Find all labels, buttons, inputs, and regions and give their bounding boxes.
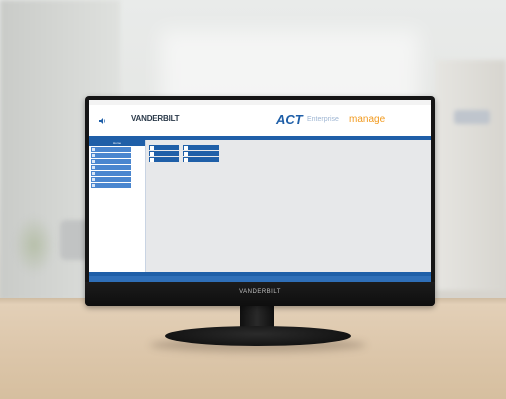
monitor-base	[165, 326, 351, 346]
shortcut-tile[interactable]	[149, 151, 179, 156]
shortcut-tile[interactable]	[149, 145, 179, 150]
act-enterprise-text: Enterprise	[307, 116, 339, 123]
shortcut-tile[interactable]	[183, 157, 219, 162]
main-content	[146, 140, 431, 272]
sidebar-item[interactable]	[91, 171, 131, 176]
monitor-brand-label: VANDERBILT	[239, 289, 281, 295]
sidebar-item[interactable]	[91, 159, 131, 164]
shortcut-tile[interactable]	[149, 157, 179, 162]
blurred-shelf	[436, 60, 506, 290]
sidebar-item[interactable]	[91, 153, 131, 158]
shortcut-tile[interactable]	[183, 145, 219, 150]
sidebar: Home	[89, 140, 146, 272]
sidebar-title: Home	[89, 140, 145, 146]
sidebar-menu	[91, 147, 131, 189]
act-logo: ACT	[276, 112, 303, 127]
speaker-icon[interactable]	[99, 118, 107, 124]
monitor: VANDERBILT ACT Enterprise manage Home VA…	[85, 96, 435, 306]
sidebar-item[interactable]	[91, 183, 131, 188]
monitor-bezel-bottom: VANDERBILT	[85, 282, 435, 306]
sidebar-item[interactable]	[91, 177, 131, 182]
act-manage-text: manage	[349, 114, 386, 125]
blurred-plant	[14, 215, 54, 275]
app-header: VANDERBILT ACT Enterprise manage	[89, 105, 431, 135]
monitor-screen: VANDERBILT ACT Enterprise manage Home	[89, 100, 431, 282]
shortcut-tile[interactable]	[183, 151, 219, 156]
sidebar-item[interactable]	[91, 165, 131, 170]
sidebar-item[interactable]	[91, 147, 131, 152]
vanderbilt-logo: VANDERBILT	[131, 114, 180, 123]
